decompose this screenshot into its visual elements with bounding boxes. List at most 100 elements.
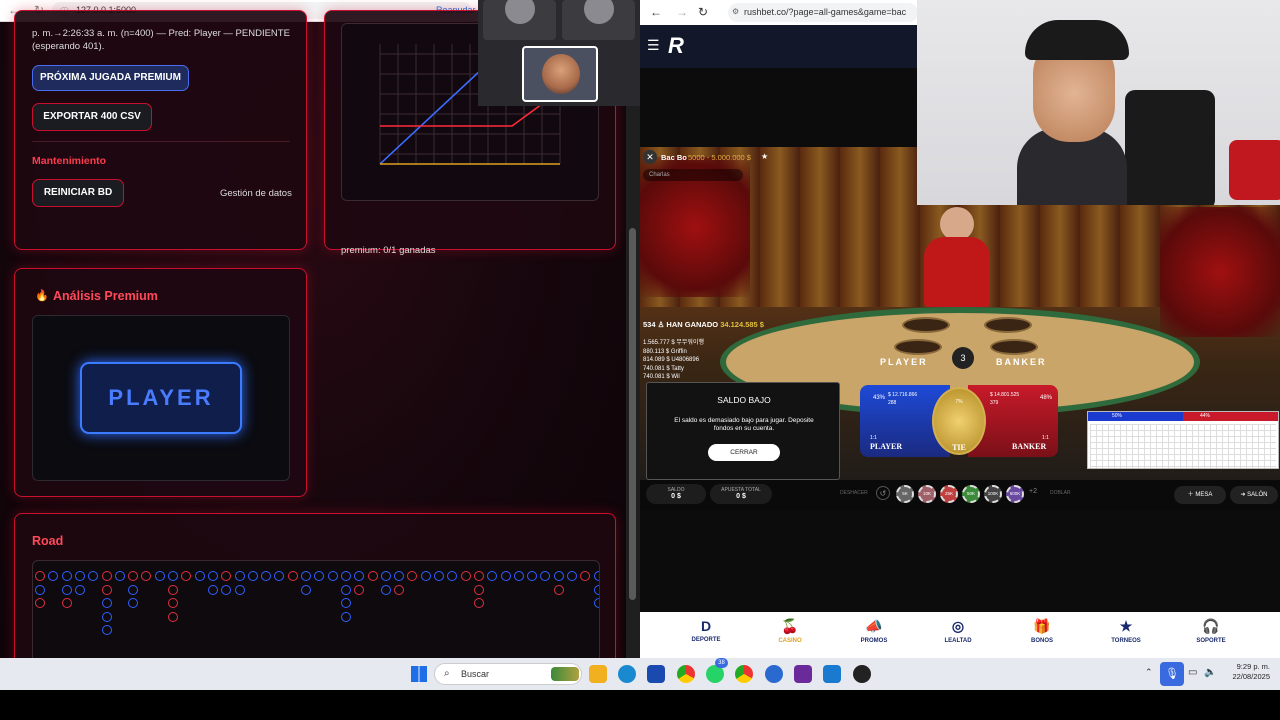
road-bead (101, 611, 112, 622)
dealer-body (924, 237, 990, 307)
scrollbar-thumb[interactable] (629, 228, 636, 600)
prediction-badge: PLAYER (80, 362, 242, 434)
webcam-overlay (917, 0, 1280, 205)
reload-icon[interactable]: ↻ (698, 5, 708, 19)
road-bead (593, 571, 599, 581)
soporte-icon: 🎧 (1202, 618, 1220, 634)
nav-item-casino[interactable]: 🍒 CASINO (760, 618, 820, 644)
player-amount: $ 12.716.866 (888, 392, 918, 398)
chrome-icon[interactable] (677, 665, 695, 683)
taskbar-search[interactable]: ⌕ Buscar (434, 663, 582, 685)
edge-icon[interactable] (618, 665, 636, 683)
self-view-tile[interactable] (522, 46, 598, 102)
more-chips-button[interactable]: +2 (1029, 488, 1037, 495)
road-bead (447, 571, 458, 581)
participant-tile[interactable] (562, 0, 635, 40)
nav-item-bonos[interactable]: 🎁 BONOS (1012, 618, 1072, 644)
road-bead (74, 584, 85, 595)
reset-db-button[interactable]: REINICIAR BD (32, 179, 124, 207)
modal-close-button[interactable]: CERRAR (708, 444, 780, 461)
salon-button[interactable]: ➜ SALÓN (1230, 486, 1278, 504)
nav-item-torneos[interactable]: ★ TORNEOS (1096, 618, 1156, 644)
favorite-icon[interactable]: ★ (761, 152, 768, 161)
vscode-icon[interactable] (823, 665, 841, 683)
chip[interactable]: 5K (896, 485, 914, 503)
road-bead (340, 598, 351, 608)
nav-item-promos[interactable]: 📣 PROMOS (844, 618, 904, 644)
export-csv-button[interactable]: EXPORTAR 400 CSV (32, 103, 152, 131)
nav-item-deporte[interactable]: D DEPORTE (676, 618, 736, 643)
start-icon[interactable] (411, 666, 427, 682)
mesa-button[interactable]: ＋ MESA (1174, 486, 1226, 504)
chip[interactable]: 500K (1006, 485, 1024, 503)
divider (32, 141, 290, 142)
avatar (584, 0, 614, 24)
menu-icon[interactable]: ☰ (647, 37, 660, 54)
avatar (505, 0, 535, 24)
chrome-icon[interactable] (735, 665, 753, 683)
road-bead (527, 571, 538, 581)
chip[interactable]: 50K (962, 485, 980, 503)
road-bead (301, 571, 311, 581)
road-bead (327, 571, 338, 581)
premium-stats: premium: 0/1 ganadas (341, 245, 436, 256)
screen-bottom-border (0, 690, 1280, 720)
nav-label: BONOS (1030, 638, 1053, 644)
road-bead (221, 571, 232, 581)
road-bead (168, 571, 178, 581)
nav-item-soporte[interactable]: 🎧 SOPORTE (1181, 618, 1241, 644)
winner-entry: 1.565.777 $ 무무워이행 (643, 340, 704, 346)
winners-amount: 34.124.585 $ (720, 320, 764, 329)
app-icon[interactable] (765, 665, 783, 683)
analysis-card: 🔥 Análisis Premium PLAYER (14, 268, 307, 497)
road-grid (32, 560, 600, 658)
betting-panel: 43% $ 12.716.866 288 1:1 PLAYER 48% $ 14… (860, 385, 1058, 457)
close-icon[interactable]: ✕ (643, 150, 657, 164)
network-icon[interactable]: ▭ (1188, 667, 1197, 678)
chip[interactable]: 100K (984, 485, 1002, 503)
volume-icon[interactable]: 🔈 (1204, 667, 1216, 678)
premium-next-button[interactable]: PRÓXIMA JUGADA PREMIUM (32, 65, 189, 91)
player-bet-label: PLAYER (870, 442, 903, 451)
winners-count: 534 (643, 320, 656, 329)
forward-icon[interactable]: → (676, 5, 688, 19)
double-label: DOBLAR (1050, 490, 1071, 496)
app-icon[interactable] (794, 665, 812, 683)
road-bead (141, 571, 152, 581)
road-bead (181, 571, 192, 581)
obs-icon[interactable] (853, 665, 871, 683)
table-banker-label: BANKER (996, 357, 1047, 367)
roadmap-grid (1090, 424, 1276, 468)
microphone-icon[interactable]: 🎙 (1160, 662, 1184, 686)
nav-item-lealtad[interactable]: ◎ LEALTAD (928, 618, 988, 644)
address-bar[interactable]: ⚙ rushbet.co/?page=all-games&game=bac (728, 3, 918, 22)
road-bead (168, 598, 178, 608)
chip[interactable]: 10K (918, 485, 936, 503)
road-bead (128, 598, 139, 608)
nav-label: LEALTAD (944, 638, 972, 644)
whatsapp-icon[interactable]: 38 (706, 658, 728, 683)
road-bead (354, 584, 365, 595)
road-bead (168, 584, 178, 595)
clock[interactable]: 9:29 p. m. 22/08/2025 (1218, 662, 1270, 682)
file-explorer-icon[interactable] (589, 665, 607, 683)
undo-icon[interactable]: ↺ (876, 486, 890, 500)
maintenance-title: Mantenimiento (32, 155, 107, 167)
store-icon[interactable] (647, 665, 665, 683)
banker-pct: 48% (1040, 395, 1053, 401)
rushbet-logo[interactable]: R (668, 33, 684, 59)
low-balance-modal: SALDO BAJO El saldo es demasiado bajo pa… (646, 382, 840, 480)
total-bet-display: APUESTA TOTAL 0 $ (710, 484, 772, 504)
chevron-up-icon[interactable]: ⌃ (1145, 667, 1153, 678)
road-bead (287, 571, 298, 581)
tie-bet-spot[interactable]: 7% TIE (932, 387, 986, 455)
participant-tile[interactable] (483, 0, 556, 40)
red-bag (1229, 140, 1280, 200)
balance-display: SALDO 0 $ (646, 484, 706, 504)
chip[interactable]: 25K (940, 485, 958, 503)
road-bead (580, 571, 591, 581)
mini-roadmap[interactable]: 50% 44% (1087, 411, 1279, 469)
back-icon[interactable]: ← (650, 5, 662, 19)
prediction-panel: PLAYER (32, 315, 290, 481)
chat-input[interactable]: Charlas (643, 169, 743, 181)
